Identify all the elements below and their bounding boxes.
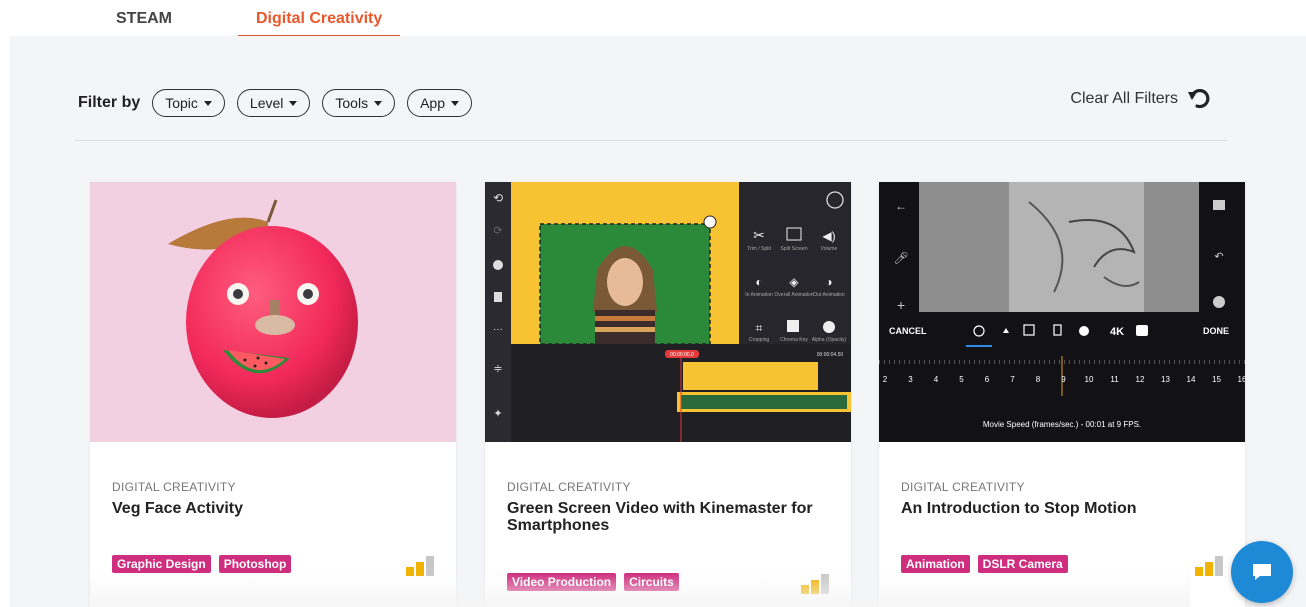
- svg-text:↶: ↶: [1214, 251, 1223, 263]
- content-panel: Filter by Topic Level Tools App Clear Al…: [10, 36, 1306, 607]
- scale-label: 15: [1212, 375, 1221, 384]
- scale-label: 11: [1110, 375, 1119, 384]
- card-title[interactable]: An Introduction to Stop Motion: [901, 500, 1221, 517]
- scale-label: 9: [1061, 375, 1066, 384]
- caret-down-icon: [451, 100, 459, 106]
- card-category: DIGITAL CREATIVITY: [507, 480, 631, 494]
- scale-label: 12: [1136, 375, 1145, 384]
- stop-motion-app-image: ← 🎤︎ + ↶ CANCEL DONE 4K 2 3 4 5 6 7 8 9 1…: [879, 182, 1245, 442]
- level-bars-icon: [1195, 556, 1223, 576]
- level-bars-icon: [801, 574, 829, 594]
- svg-text:···: ···: [493, 324, 503, 335]
- scale-label: 6: [985, 375, 990, 384]
- caret-down-icon: [289, 100, 298, 106]
- svg-text:←: ←: [895, 199, 907, 213]
- activity-card[interactable]: ⟲ ⟳ ··· ≑ ✦ ✂ ◀) Trim / Split Split Scre…: [485, 182, 851, 607]
- filter-label: Filter by: [78, 94, 141, 111]
- scale-label: 5: [959, 375, 964, 384]
- card-tags: Animation DSLR Camera: [901, 555, 1068, 573]
- activity-card[interactable]: DIGITAL CREATIVITY Veg Face Activity Gra…: [90, 182, 456, 607]
- svg-text:◈: ◈: [789, 275, 799, 289]
- svg-text:⌗: ⌗: [756, 321, 763, 335]
- svg-text:Movie Speed (frames/sec.) - 00: Movie Speed (frames/sec.) - 00:01 at 9 F…: [983, 420, 1141, 429]
- card-thumbnail: ← 🎤︎ + ↶ CANCEL DONE 4K 2 3 4 5 6 7 8 9 1…: [879, 182, 1245, 442]
- tab-digital-creativity[interactable]: Digital Creativity: [238, 8, 401, 37]
- card-tags: Video Production Circuits: [507, 573, 679, 591]
- svg-text:00:00:04.50: 00:00:04.50: [817, 352, 844, 358]
- top-tabs: STEAM Digital Creativity: [0, 0, 1306, 37]
- app-filter[interactable]: App: [407, 89, 472, 117]
- svg-text:00:00:00.0: 00:00:00.0: [670, 352, 694, 358]
- filter-bar: Filter by Topic Level Tools App Clear Al…: [78, 88, 1228, 118]
- svg-text:Alpha (Opacity): Alpha (Opacity): [812, 337, 847, 343]
- chat-icon: [1253, 564, 1271, 580]
- svg-text:🎤︎: 🎤︎: [893, 251, 908, 265]
- activity-card[interactable]: ← 🎤︎ + ↶ CANCEL DONE 4K 2 3 4 5 6 7 8 9 1…: [879, 182, 1245, 607]
- card-thumbnail: ⟲ ⟳ ··· ≑ ✦ ✂ ◀) Trim / Split Split Scre…: [485, 182, 851, 442]
- scale-label: 2: [883, 375, 888, 384]
- topic-filter[interactable]: Topic: [152, 89, 225, 117]
- svg-text:CANCEL: CANCEL: [889, 326, 927, 336]
- level-filter[interactable]: Level: [236, 89, 311, 117]
- tag-circuits[interactable]: Circuits: [624, 573, 679, 591]
- caret-down-icon: [374, 100, 383, 106]
- svg-text:Cropping: Cropping: [749, 337, 770, 343]
- level-bars-icon: [406, 556, 434, 576]
- svg-text:Overall Animation: Overall Animation: [774, 292, 813, 298]
- svg-text:✂: ✂: [753, 227, 765, 243]
- caret-down-icon: [203, 100, 212, 106]
- card-category: DIGITAL CREATIVITY: [901, 480, 1025, 494]
- card-title[interactable]: Veg Face Activity: [112, 500, 432, 517]
- svg-text:+: +: [897, 297, 905, 313]
- clear-all-filters-button[interactable]: Clear All Filters: [1070, 89, 1210, 109]
- card-thumbnail: [90, 182, 456, 442]
- card-title[interactable]: Green Screen Video with Kinemaster for S…: [507, 500, 827, 534]
- svg-text:Chroma Key: Chroma Key: [780, 337, 808, 343]
- tag-photoshop[interactable]: Photoshop: [218, 555, 292, 573]
- svg-text:Volume: Volume: [821, 246, 838, 252]
- scale-label: 13: [1161, 375, 1170, 384]
- tools-filter[interactable]: Tools: [322, 89, 396, 117]
- svg-text:◀): ◀): [822, 229, 835, 243]
- scale-label: 4: [934, 375, 939, 384]
- svg-text:4K: 4K: [1110, 326, 1124, 338]
- scale-label: 14: [1187, 375, 1196, 384]
- scale-label: 3: [908, 375, 913, 384]
- scale-label: 16: [1238, 375, 1245, 384]
- svg-text:In Animation: In Animation: [745, 292, 773, 298]
- svg-text:Trim / Split: Trim / Split: [747, 246, 771, 252]
- scale-label: 10: [1085, 375, 1094, 384]
- undo-icon: [1188, 89, 1210, 109]
- filter-divider: [75, 140, 1227, 141]
- kinemaster-editor-image: ⟲ ⟳ ··· ≑ ✦ ✂ ◀) Trim / Split Split Scre…: [485, 182, 851, 442]
- svg-text:◐: ◐: [755, 275, 762, 289]
- clear-all-label: Clear All Filters: [1070, 90, 1178, 107]
- card-category: DIGITAL CREATIVITY: [112, 480, 236, 494]
- scale-label: 7: [1010, 375, 1015, 384]
- card-tags: Graphic Design Photoshop: [112, 555, 292, 573]
- tag-graphic-design[interactable]: Graphic Design: [112, 555, 211, 573]
- svg-text:◑: ◑: [825, 275, 832, 289]
- tag-animation[interactable]: Animation: [901, 555, 970, 573]
- tag-video-production[interactable]: Video Production: [507, 573, 617, 591]
- svg-text:⟲: ⟲: [493, 191, 503, 205]
- tab-steam[interactable]: STEAM: [98, 8, 190, 36]
- svg-text:≑: ≑: [493, 363, 502, 375]
- svg-text:✦: ✦: [493, 408, 502, 420]
- svg-text:⟳: ⟳: [493, 225, 502, 237]
- svg-text:Split Screen: Split Screen: [781, 246, 808, 252]
- svg-text:DONE: DONE: [1203, 326, 1229, 336]
- scale-label: 8: [1036, 375, 1041, 384]
- svg-text:Out Animation: Out Animation: [813, 292, 845, 298]
- chat-button[interactable]: [1231, 541, 1293, 603]
- tag-dslr-camera[interactable]: DSLR Camera: [977, 555, 1068, 573]
- veg-face-image: [90, 182, 456, 442]
- speed-scale: 2 3 4 5 6 7 8 9 10 11 12 13 14 15 16: [883, 375, 1245, 384]
